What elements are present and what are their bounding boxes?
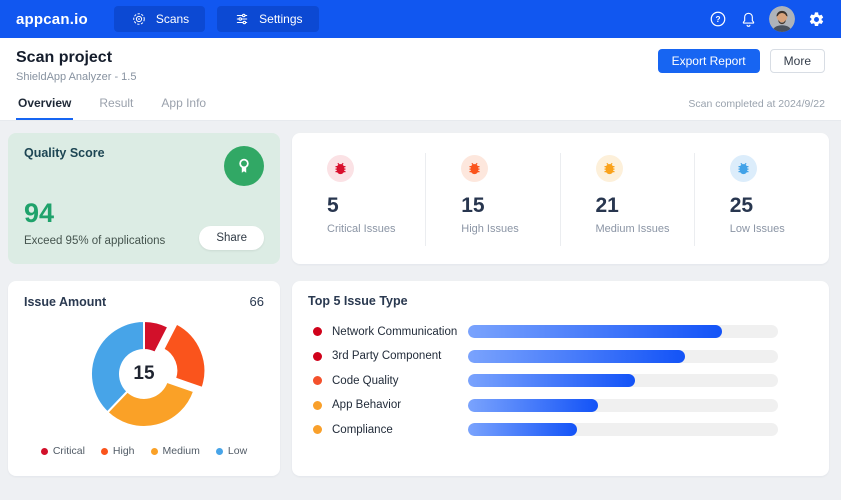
notifications-bell-icon[interactable] xyxy=(739,10,757,28)
title-bar: Scan project ShieldApp Analyzer - 1.5 Ex… xyxy=(0,38,841,87)
bar-track xyxy=(468,325,778,338)
nav-settings-label: Settings xyxy=(259,12,302,26)
bar-track xyxy=(468,374,778,387)
tab-result[interactable]: Result xyxy=(97,87,135,120)
issue-label: Low Issues xyxy=(730,223,829,235)
issue-summary-item: 21 Medium Issues xyxy=(561,133,695,264)
issue-count: 21 xyxy=(596,194,695,218)
issue-summary-item: 15 High Issues xyxy=(426,133,560,264)
bar-track xyxy=(468,423,778,436)
donut-chart: 15 xyxy=(29,313,259,440)
top5-issue-type-card: Top 5 Issue Type Network Communication 3r… xyxy=(292,281,829,476)
legend-label: High xyxy=(113,445,135,457)
legend-dot xyxy=(216,448,223,455)
quality-score-subtitle: Exceed 95% of applications xyxy=(24,235,165,247)
user-avatar[interactable] xyxy=(769,6,795,32)
issue-type-label: App Behavior xyxy=(332,399,468,411)
legend-item: Low xyxy=(216,445,247,457)
severity-dot xyxy=(313,376,322,385)
top5-title: Top 5 Issue Type xyxy=(308,294,813,308)
issue-label: High Issues xyxy=(461,223,560,235)
issue-count: 5 xyxy=(327,194,426,218)
scan-completed-text: Scan completed at 2024/9/22 xyxy=(688,98,825,120)
bar-track xyxy=(468,350,778,363)
scan-icon xyxy=(130,10,148,28)
issue-summary-item: 5 Critical Issues xyxy=(292,133,426,264)
issue-type-row: App Behavior xyxy=(308,399,813,412)
issue-type-label: Compliance xyxy=(332,424,468,436)
tab-app-info[interactable]: App Info xyxy=(159,87,208,120)
legend-label: Critical xyxy=(53,445,85,457)
severity-dot xyxy=(313,352,322,361)
legend-item: Medium xyxy=(151,445,200,457)
issue-summary-item: 25 Low Issues xyxy=(695,133,829,264)
top5-bar-chart: Network Communication 3rd Party Component… xyxy=(308,325,813,436)
severity-dot xyxy=(313,401,322,410)
issue-type-label: Code Quality xyxy=(332,375,468,387)
issue-type-label: 3rd Party Component xyxy=(332,350,468,362)
legend-label: Low xyxy=(228,445,247,457)
bar-fill[interactable] xyxy=(468,423,577,436)
medal-icon xyxy=(224,146,264,186)
legend-label: Medium xyxy=(163,445,200,457)
issue-amount-card: Issue Amount 66 15 Critical High Medium Low xyxy=(8,281,280,476)
severity-dot xyxy=(313,425,322,434)
bug-icon xyxy=(730,155,757,182)
bug-icon xyxy=(327,155,354,182)
bug-icon xyxy=(596,155,623,182)
help-icon[interactable]: ? xyxy=(709,10,727,28)
issue-type-row: Code Quality xyxy=(308,374,813,387)
bar-fill[interactable] xyxy=(468,399,598,412)
chart-legend: Critical High Medium Low xyxy=(24,445,264,457)
donut-slice-high[interactable] xyxy=(163,324,205,388)
nav-scans-label: Scans xyxy=(156,12,189,26)
bar-fill[interactable] xyxy=(468,325,722,338)
quality-score-value: 94 xyxy=(24,198,54,229)
severity-dot xyxy=(313,327,322,336)
legend-dot xyxy=(41,448,48,455)
issue-type-row: 3rd Party Component xyxy=(308,350,813,363)
tab-bar: Overview Result App Info Scan completed … xyxy=(0,87,841,121)
bug-icon xyxy=(461,155,488,182)
donut-center-value: 15 xyxy=(133,363,154,385)
svg-text:?: ? xyxy=(715,15,720,24)
bar-fill[interactable] xyxy=(468,350,685,363)
legend-item: Critical xyxy=(41,445,85,457)
page-title: Scan project xyxy=(16,49,136,67)
issue-count: 25 xyxy=(730,194,829,218)
issue-label: Medium Issues xyxy=(596,223,695,235)
legend-item: High xyxy=(101,445,135,457)
issue-summary-card: 5 Critical Issues 15 High Issues 21 Medium Is… xyxy=(292,133,829,264)
legend-dot xyxy=(101,448,108,455)
issue-label: Critical Issues xyxy=(327,223,426,235)
issue-type-label: Network Communication xyxy=(332,326,468,338)
issue-type-row: Network Communication xyxy=(308,325,813,338)
quality-score-card: Quality Score 94 Exceed 95% of applicati… xyxy=(8,133,280,264)
export-report-button[interactable]: Export Report xyxy=(658,49,760,73)
legend-dot xyxy=(151,448,158,455)
more-button[interactable]: More xyxy=(770,49,825,73)
app-header: appcan.io Scans Settings xyxy=(0,0,841,38)
tab-overview[interactable]: Overview xyxy=(16,87,73,120)
dashboard-content: Quality Score 94 Exceed 95% of applicati… xyxy=(0,121,841,476)
share-button[interactable]: Share xyxy=(199,226,264,250)
nav-scans-button[interactable]: Scans xyxy=(114,6,205,32)
page-subtitle: ShieldApp Analyzer - 1.5 xyxy=(16,71,136,83)
bar-track xyxy=(468,399,778,412)
issue-count: 15 xyxy=(461,194,560,218)
issue-amount-title: Issue Amount xyxy=(24,295,106,309)
nav-settings-button[interactable]: Settings xyxy=(217,6,318,32)
settings-gear-icon[interactable] xyxy=(807,10,825,28)
app-logo[interactable]: appcan.io xyxy=(16,11,88,28)
issue-total-value: 66 xyxy=(250,294,264,309)
tune-icon xyxy=(233,10,251,28)
issue-type-row: Compliance xyxy=(308,423,813,436)
bar-fill[interactable] xyxy=(468,374,635,387)
